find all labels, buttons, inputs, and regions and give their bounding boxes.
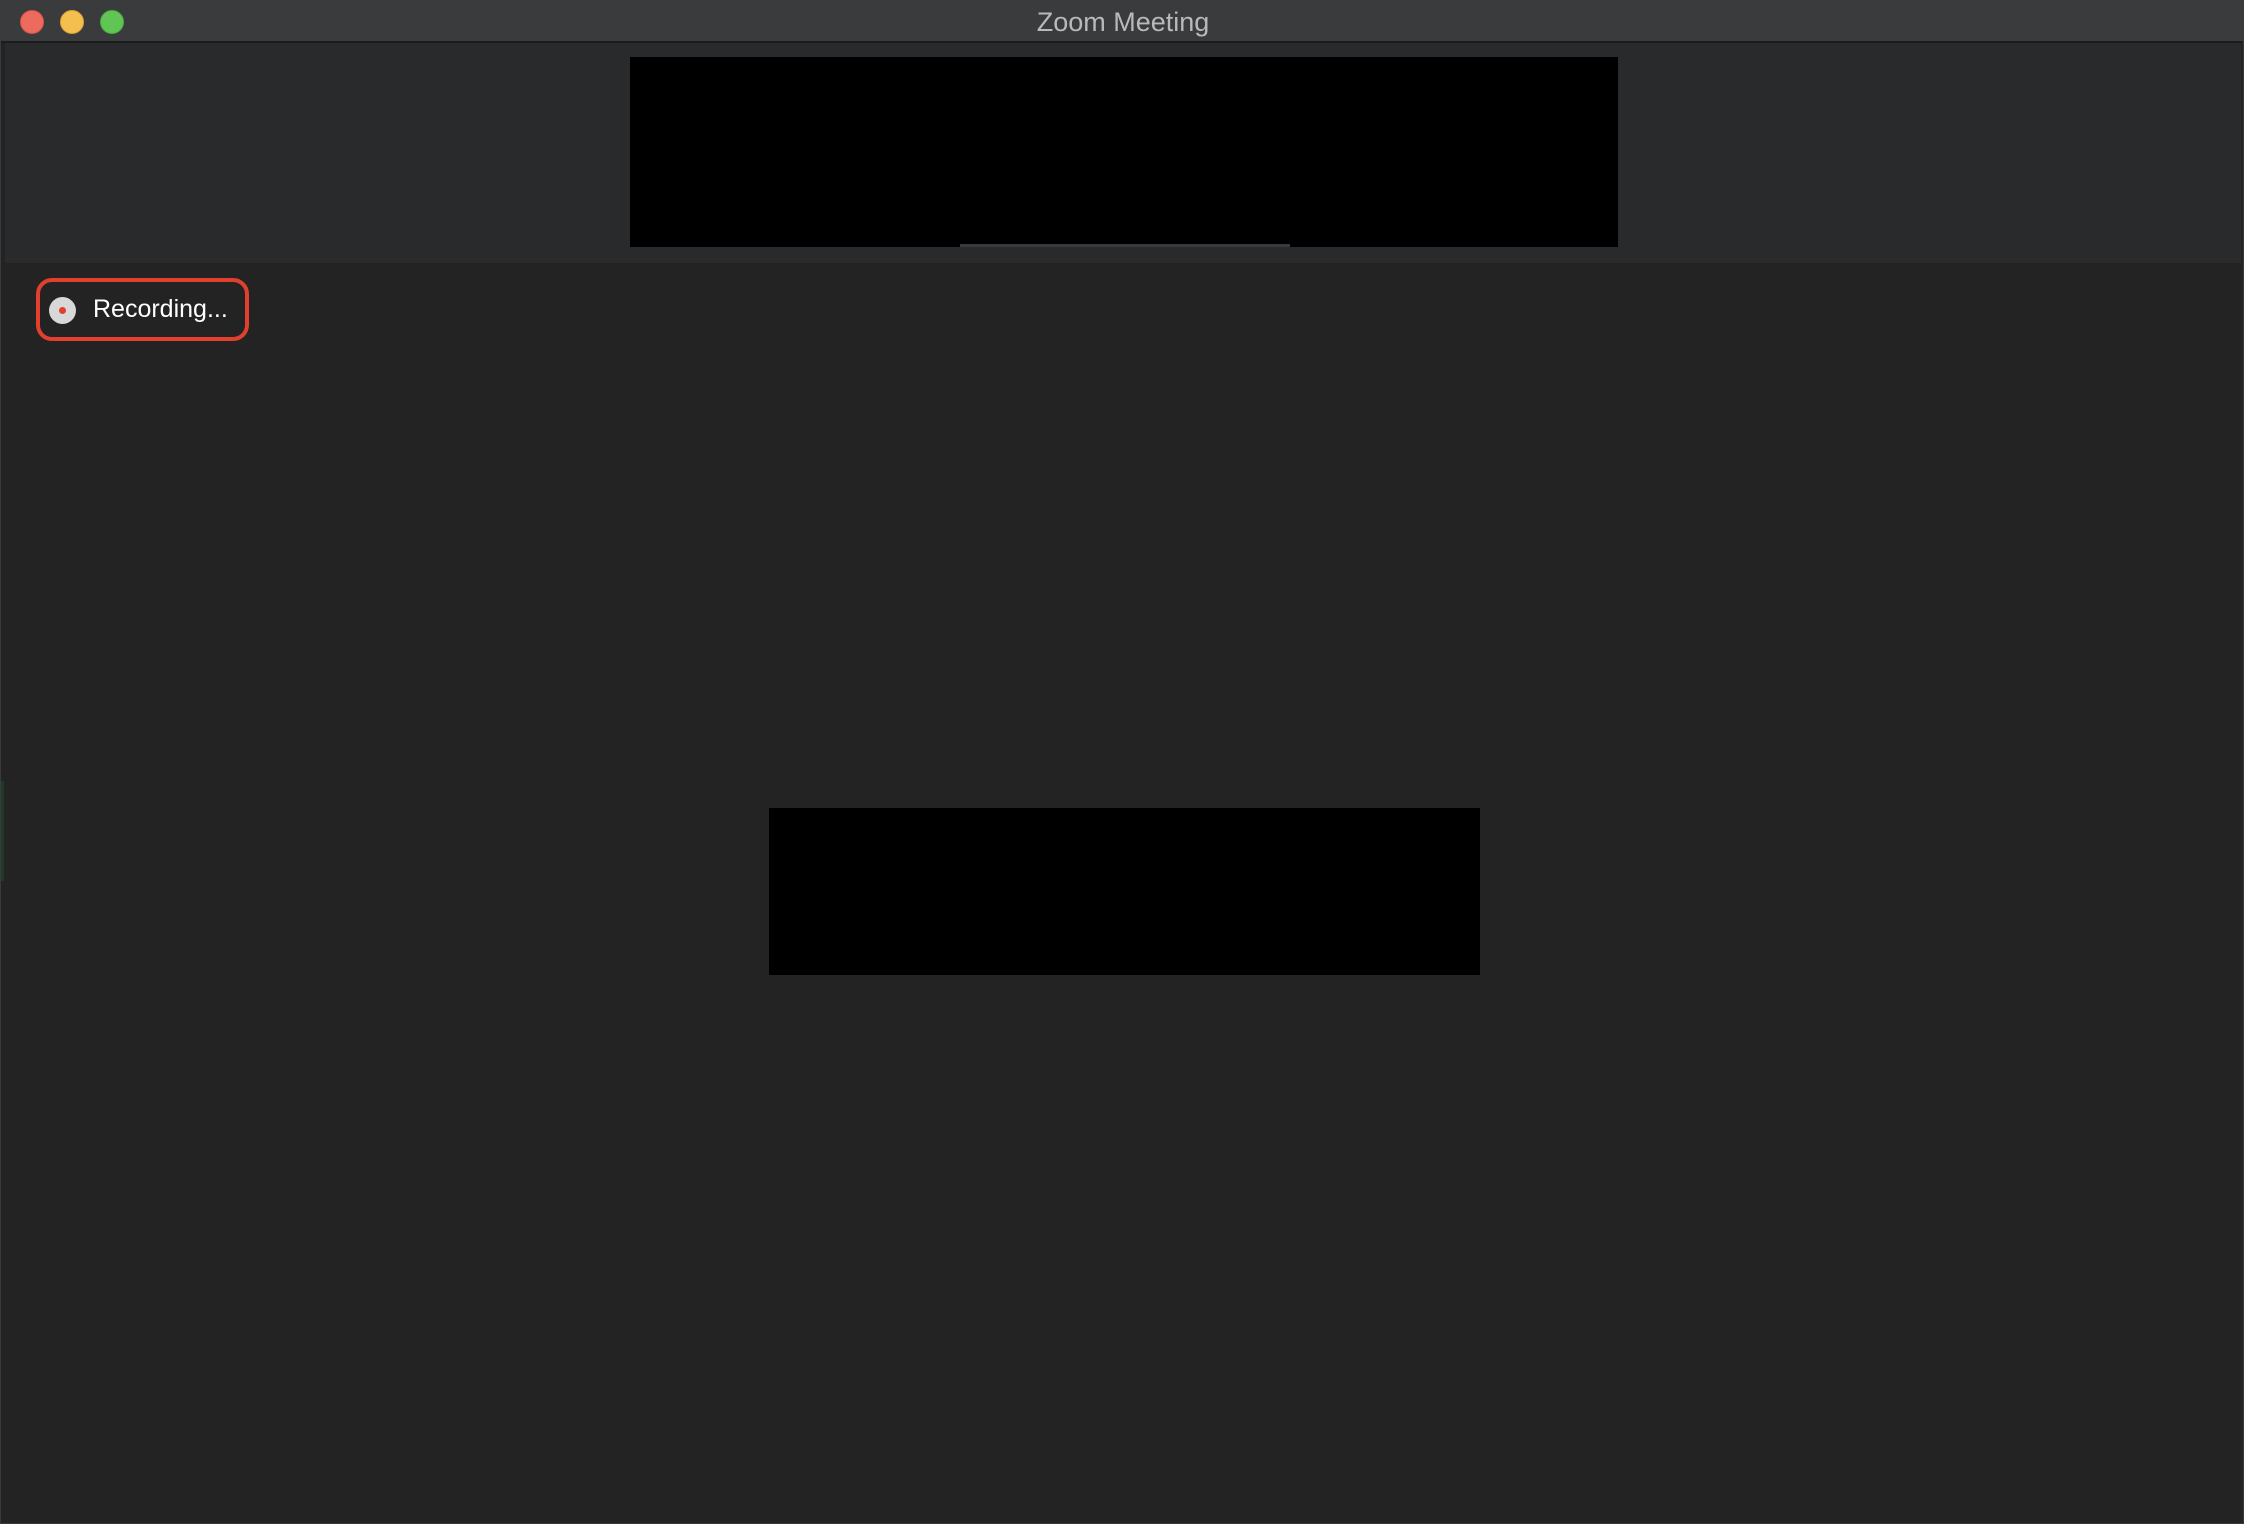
window-title: Zoom Meeting <box>1036 7 1210 37</box>
active-speaker-video[interactable] <box>769 808 1480 975</box>
participant-video-thumbnail[interactable] <box>630 57 1618 247</box>
zoom-meeting-window: Zoom Meeting Recording... <box>0 0 2244 1524</box>
recording-indicator-button[interactable]: Recording... <box>36 278 249 341</box>
recording-label: Recording... <box>93 295 228 323</box>
record-dot <box>59 307 66 314</box>
left-edge-accent <box>1 781 4 881</box>
record-icon <box>49 297 76 324</box>
thumbnail-resize-handle[interactable] <box>960 244 1290 247</box>
title-bar: Zoom Meeting <box>1 1 2243 43</box>
